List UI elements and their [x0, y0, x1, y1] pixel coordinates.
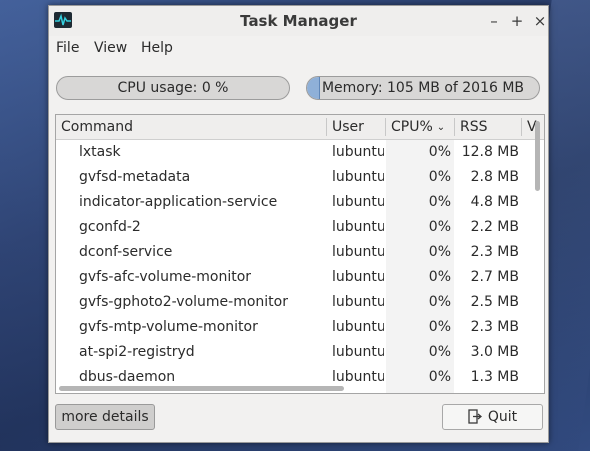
cell-cpu: 0%	[428, 144, 451, 160]
column-header-user[interactable]: User	[327, 115, 385, 139]
cell-rss: 2.7 MB	[470, 269, 519, 285]
table-row[interactable]: gvfs-mtp-volume-monitor lubuntu 0% 2.3 M…	[56, 315, 544, 340]
cell-cpu: 0%	[428, 344, 451, 360]
menu-bar: File View Help	[49, 38, 548, 60]
memory-usage-bar: Memory: 105 MB of 2016 MB used	[306, 76, 540, 100]
cell-user: lubuntu	[332, 169, 384, 185]
minimize-button[interactable]: –	[485, 12, 503, 30]
quit-button-label: Quit	[487, 409, 518, 425]
task-manager-window: Task Manager – + × File View Help CPU us…	[48, 5, 549, 443]
column-header-cpu[interactable]: CPU% ⌄	[386, 115, 454, 139]
menu-help[interactable]: Help	[141, 40, 173, 56]
cell-user: lubuntu	[332, 194, 384, 210]
cell-rss: 2.2 MB	[470, 219, 519, 235]
cell-cpu: 0%	[428, 269, 451, 285]
table-row[interactable]: gvfsd-metadata lubuntu 0% 2.8 MB	[56, 165, 544, 190]
column-header-command[interactable]: Command	[56, 115, 326, 139]
cell-user: lubuntu	[332, 294, 384, 310]
close-button[interactable]: ×	[531, 12, 549, 30]
cell-cpu: 0%	[428, 169, 451, 185]
menu-file[interactable]: File	[56, 40, 79, 56]
vertical-scrollbar[interactable]	[532, 115, 542, 393]
cell-command: gvfsd-metadata	[79, 169, 191, 185]
cell-rss: 2.3 MB	[470, 244, 519, 260]
cell-user: lubuntu	[332, 319, 384, 335]
cell-rss: 2.3 MB	[470, 319, 519, 335]
process-list[interactable]: Command User CPU% ⌄ RSS V lxtask lubuntu …	[55, 114, 545, 394]
cell-cpu: 0%	[428, 294, 451, 310]
window-title: Task Manager	[240, 12, 357, 30]
table-row[interactable]: indicator-application-service lubuntu 0%…	[56, 190, 544, 215]
cpu-usage-bar: CPU usage: 0 %	[56, 76, 290, 100]
title-bar[interactable]: Task Manager – + ×	[49, 6, 548, 36]
cell-cpu: 0%	[428, 244, 451, 260]
menu-view[interactable]: View	[94, 40, 127, 56]
cell-cpu: 0%	[428, 319, 451, 335]
column-header-cpu-label: CPU%	[391, 119, 433, 135]
cell-command: lxtask	[79, 144, 121, 160]
cell-command: gconfd-2	[79, 219, 141, 235]
cell-rss: 3.0 MB	[470, 344, 519, 360]
quit-button[interactable]: Quit	[442, 404, 543, 430]
table-row[interactable]: dconf-service lubuntu 0% 2.3 MB	[56, 240, 544, 265]
cell-rss: 2.8 MB	[470, 169, 519, 185]
cell-command: gvfs-gphoto2-volume-monitor	[79, 294, 288, 310]
cell-rss: 2.5 MB	[470, 294, 519, 310]
cell-cpu: 0%	[428, 219, 451, 235]
cpu-usage-label: CPU usage: 0 %	[117, 80, 229, 96]
vertical-scrollbar-thumb[interactable]	[535, 121, 540, 191]
cell-user: lubuntu	[332, 144, 384, 160]
cell-command: at-spi2-registryd	[79, 344, 195, 360]
chevron-down-icon: ⌄	[436, 122, 446, 133]
cell-command: indicator-application-service	[79, 194, 278, 210]
cell-user: lubuntu	[332, 219, 384, 235]
more-details-button[interactable]: more details	[55, 404, 155, 430]
cell-command: dconf-service	[79, 244, 173, 260]
cell-command: gvfs-afc-volume-monitor	[79, 269, 252, 285]
table-header: Command User CPU% ⌄ RSS V	[56, 115, 544, 140]
maximize-button[interactable]: +	[508, 12, 526, 30]
cell-user: lubuntu	[332, 269, 384, 285]
exit-icon	[468, 408, 482, 432]
memory-usage-label: Memory: 105 MB of 2016 MB used	[321, 80, 525, 96]
cell-rss: 12.8 MB	[461, 144, 519, 160]
table-row[interactable]: at-spi2-registryd lubuntu 0% 3.0 MB	[56, 340, 544, 365]
cell-user: lubuntu	[332, 344, 384, 360]
cell-cpu: 0%	[428, 369, 451, 385]
table-row[interactable]: gvfs-gphoto2-volume-monitor lubuntu 0% 2…	[56, 290, 544, 315]
column-header-rss[interactable]: RSS	[455, 115, 521, 139]
cell-user: lubuntu	[332, 244, 384, 260]
cell-rss: 4.8 MB	[470, 194, 519, 210]
cell-command: gvfs-mtp-volume-monitor	[79, 319, 258, 335]
horizontal-scrollbar-thumb[interactable]	[59, 386, 344, 391]
table-row[interactable]: lxtask lubuntu 0% 12.8 MB	[56, 140, 544, 165]
table-row[interactable]: gconfd-2 lubuntu 0% 2.2 MB	[56, 215, 544, 240]
cell-cpu: 0%	[428, 194, 451, 210]
cell-rss: 1.3 MB	[470, 369, 519, 385]
table-row[interactable]: gvfs-afc-volume-monitor lubuntu 0% 2.7 M…	[56, 265, 544, 290]
